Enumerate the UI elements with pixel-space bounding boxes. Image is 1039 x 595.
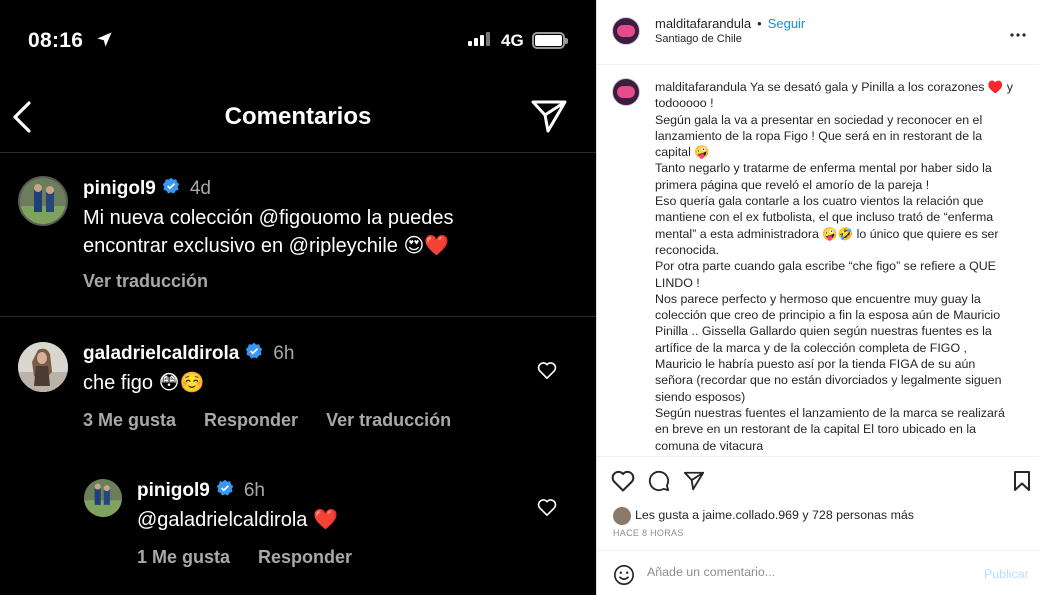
avatar[interactable]	[612, 78, 640, 106]
comment-username[interactable]: pinigol9 4d	[83, 177, 211, 201]
comment-username[interactable]: galadrielcaldirola 6h	[83, 342, 294, 366]
comment-age: 4d	[189, 178, 211, 199]
header-divider	[0, 152, 596, 153]
caption-line: Según nuestras fuentes el lanzamiento de…	[655, 405, 1005, 453]
caption-line: Tanto negarlo y tratarme de enferma ment…	[655, 161, 992, 192]
comment-age: 6h	[243, 480, 265, 501]
comment-text: che figo 😳☺️	[83, 372, 205, 394]
post-caption: malditafarandula Ya se desató gala y Pin…	[655, 79, 1015, 454]
follow-button[interactable]: Seguir	[768, 16, 806, 31]
signal-icon	[468, 32, 490, 46]
translate-link[interactable]: Ver traducción	[83, 271, 208, 292]
likes-count[interactable]: 3 Me gusta	[83, 410, 176, 431]
avatar[interactable]	[18, 342, 68, 392]
username[interactable]: pinigol9	[83, 178, 156, 200]
username[interactable]: pinigol9	[137, 480, 210, 502]
like-heart-icon[interactable]	[537, 498, 557, 521]
instagram-web-post-panel: malditafarandula • Seguir Santiago de Chil…	[596, 0, 1039, 595]
translate-link[interactable]: Ver traducción	[326, 410, 451, 431]
avatar[interactable]	[84, 479, 122, 517]
post-author: malditafarandula • Seguir	[655, 16, 805, 31]
likes-count[interactable]: 1 Me gusta	[137, 547, 230, 568]
likes-summary: Les gusta a jaime.collado.969 y 728 pers…	[635, 508, 914, 522]
like-heart-icon[interactable]	[537, 361, 557, 384]
comment-box-divider	[597, 550, 1039, 551]
send-icon[interactable]	[530, 98, 568, 139]
battery-icon	[532, 32, 568, 49]
comment-input[interactable]	[647, 565, 967, 579]
instagram-mobile-comments-screenshot: 08:16 4G Comentarios pinigol9 4d Mi nuev…	[0, 0, 596, 595]
avatar[interactable]	[612, 17, 640, 45]
avatar[interactable]	[613, 507, 631, 525]
caption-line: Nos parece perfecto y hermoso que encuen…	[655, 291, 1002, 404]
emoji-icon[interactable]	[613, 564, 635, 591]
save-bookmark-icon[interactable]	[1013, 470, 1031, 497]
username[interactable]: malditafarandula	[655, 16, 751, 31]
verified-badge-icon	[162, 177, 180, 201]
comment-actions: 3 Me gusta Responder Ver traducción	[83, 410, 451, 431]
post-time[interactable]: HACE 8 HORAS	[613, 528, 684, 538]
comment-actions: 1 Me gusta Responder	[137, 547, 352, 568]
comment-text: Mi nueva colección @figouomo la puedes e…	[83, 207, 454, 257]
verified-badge-icon	[216, 479, 234, 503]
reply-link[interactable]: Responder	[258, 547, 352, 568]
username[interactable]: galadrielcaldirola	[83, 343, 239, 365]
comment-text: @galadrielcaldirola ❤️	[137, 509, 338, 531]
caption-line: Según gala la va a presentar en sociedad…	[655, 112, 983, 160]
separator-dot: •	[757, 16, 762, 31]
comment-username[interactable]: pinigol9 6h	[137, 479, 265, 503]
like-icon[interactable]	[611, 470, 635, 497]
caption-line: Por otra parte cuando gala escribe “che …	[655, 259, 996, 290]
caption-username[interactable]: malditafarandula	[655, 80, 747, 94]
avatar[interactable]	[18, 176, 68, 226]
reply-link[interactable]: Responder	[204, 410, 298, 431]
location-arrow-icon	[96, 31, 113, 53]
more-options-icon[interactable]	[1010, 24, 1026, 42]
verified-badge-icon	[245, 342, 263, 366]
publish-button[interactable]: Publicar	[984, 567, 1029, 581]
comment-actions: Ver traducción	[83, 271, 208, 292]
comment-age: 6h	[273, 343, 295, 364]
caption-line: malditafarandula Ya se desató gala y Pin…	[655, 80, 1013, 111]
header-divider	[597, 64, 1039, 65]
page-title: Comentarios	[224, 103, 372, 130]
caption-line: Eso quería gala contarle a los cuatro vi…	[655, 194, 999, 257]
share-icon[interactable]	[683, 470, 705, 497]
comment-divider	[0, 316, 596, 317]
comment-icon[interactable]	[647, 470, 671, 497]
actions-divider	[597, 456, 1039, 457]
network-label: 4G	[501, 31, 524, 50]
status-time: 08:16	[28, 29, 84, 52]
liker-username[interactable]: jaime.collado.969	[703, 508, 799, 522]
location-link[interactable]: Santiago de Chile	[655, 33, 742, 45]
